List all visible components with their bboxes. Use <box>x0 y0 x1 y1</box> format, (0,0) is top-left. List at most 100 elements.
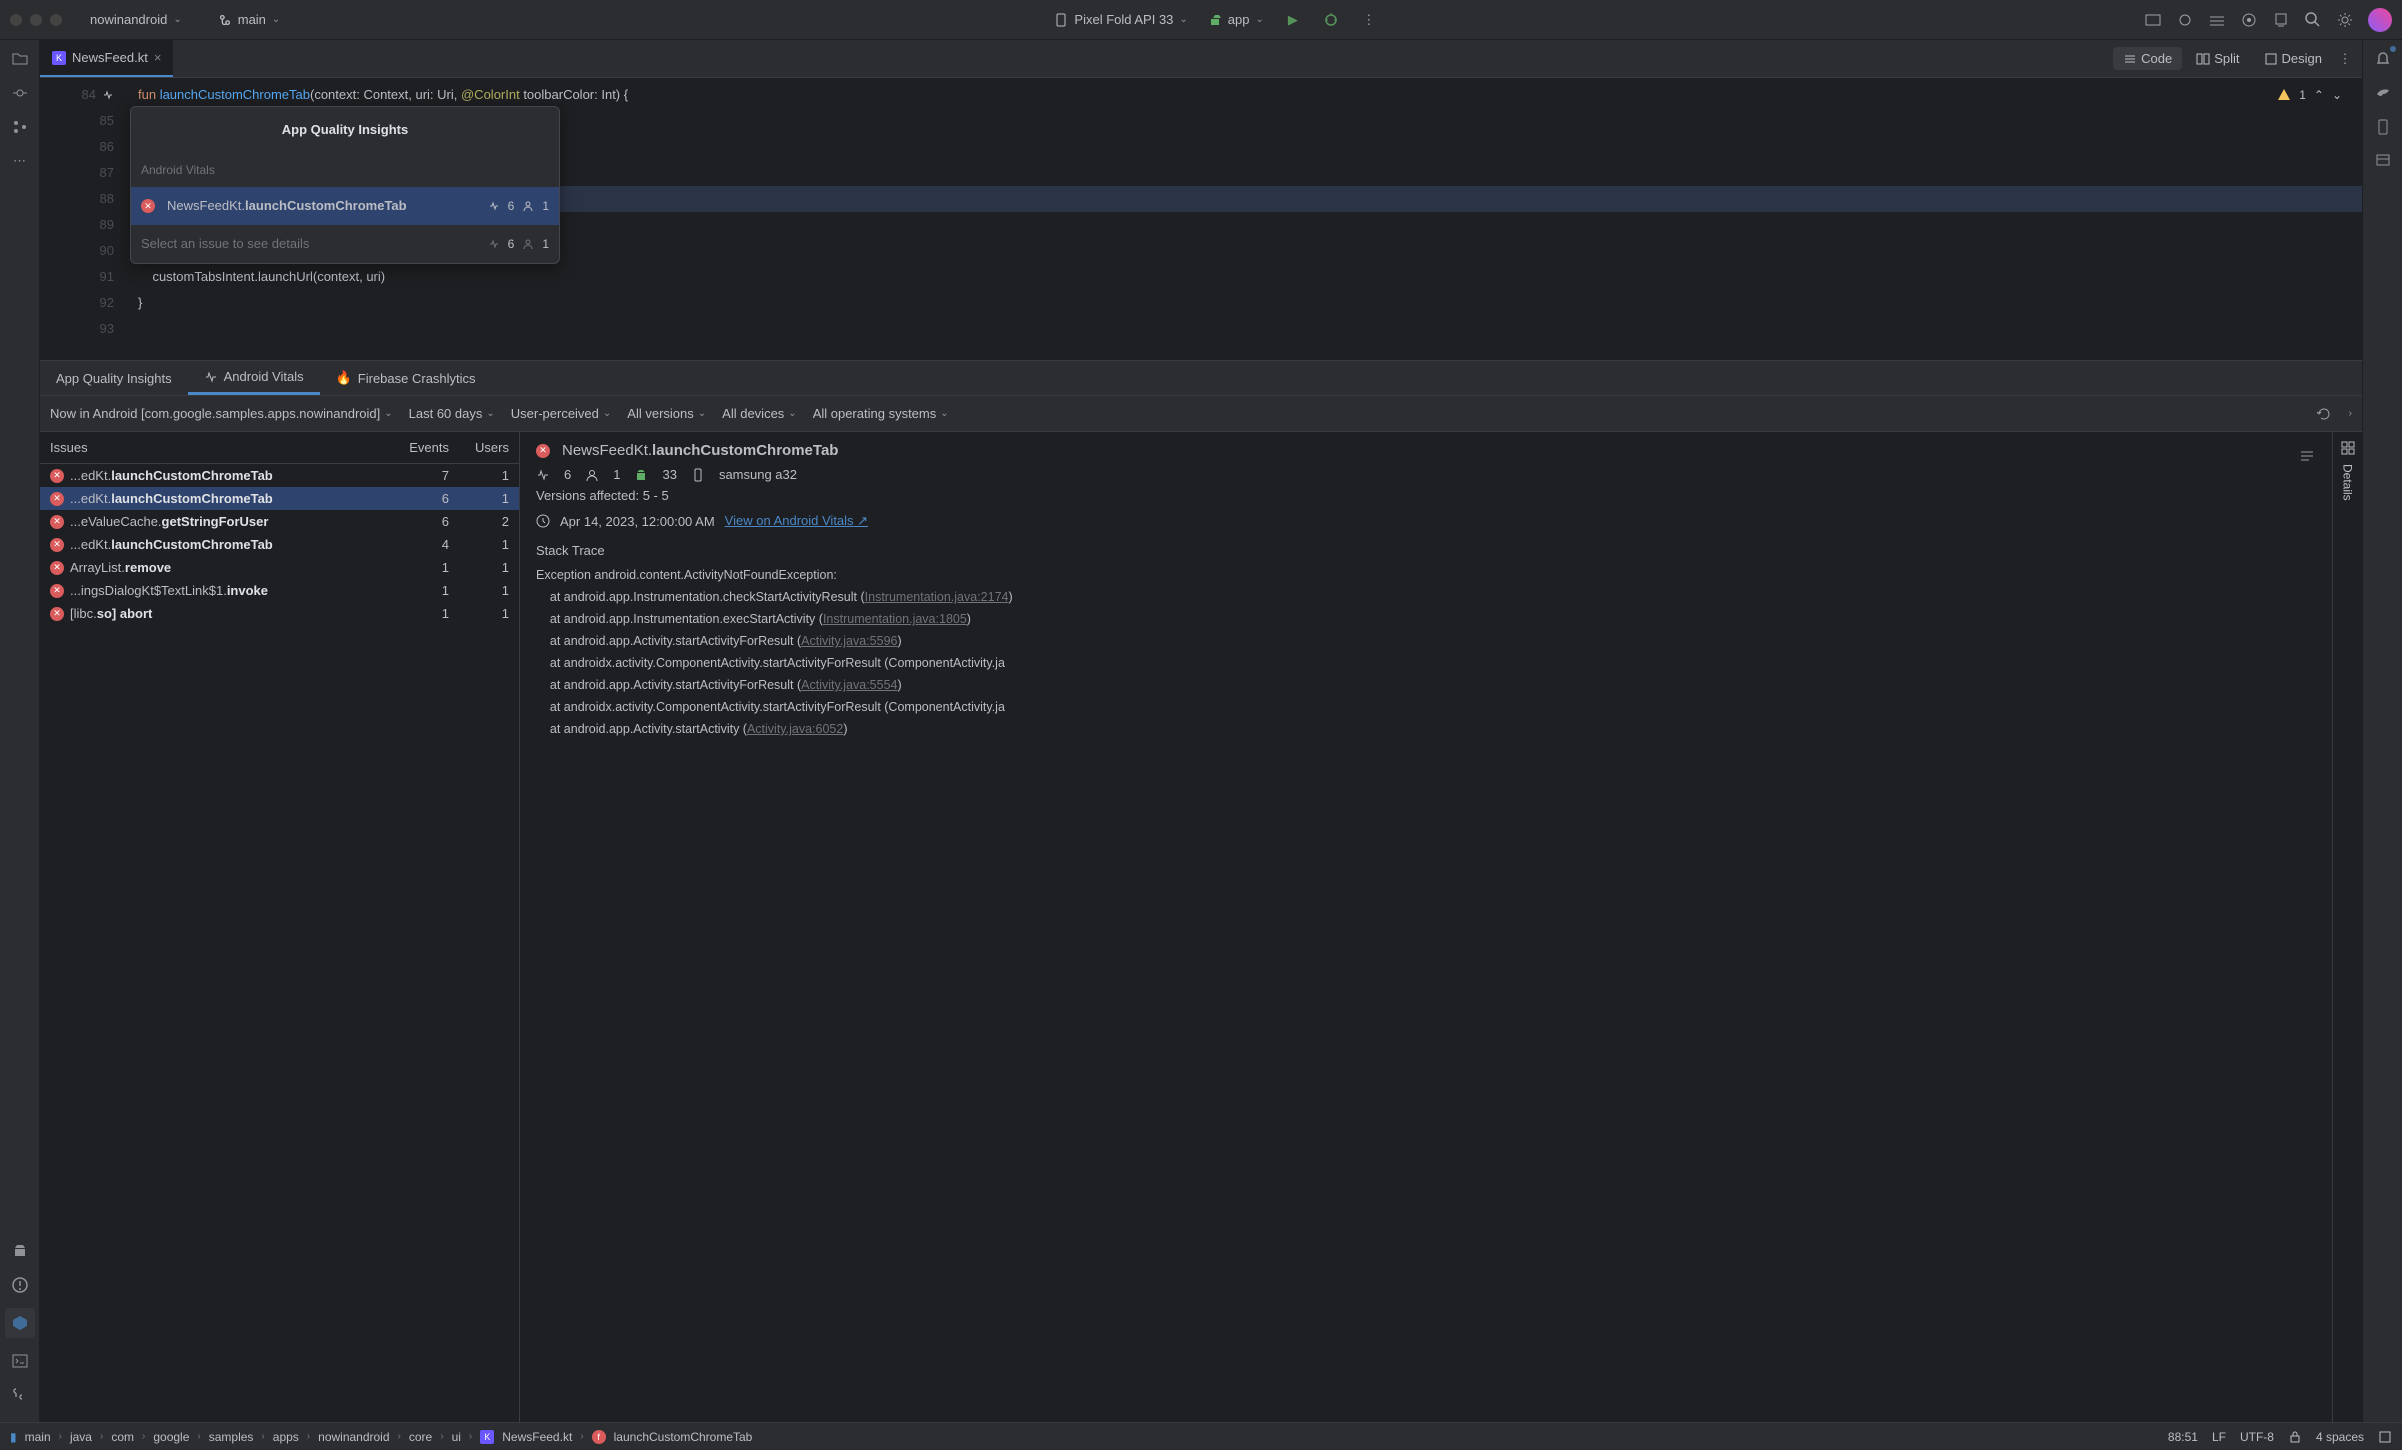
devices-filter[interactable]: All devices⌄ <box>722 406 797 421</box>
events-icon <box>488 200 500 212</box>
structure-tool-icon[interactable] <box>9 116 31 138</box>
stack-link[interactable]: Instrumentation.java:1805 <box>823 612 967 626</box>
crumb[interactable]: google <box>153 1430 189 1444</box>
popup-issue-item[interactable]: ✕ NewsFeedKt.launchCustomChromeTab 6 1 <box>131 187 559 225</box>
profiler-icon[interactable] <box>2240 11 2258 29</box>
next-highlight-icon[interactable]: ⌄ <box>2332 82 2342 108</box>
expand-icon[interactable]: › <box>2349 408 2352 419</box>
project-tool-icon[interactable] <box>9 48 31 70</box>
app-quality-insights-tool-icon[interactable] <box>5 1308 35 1338</box>
prev-highlight-icon[interactable]: ⌃ <box>2314 82 2324 108</box>
file-tab-newsfeed[interactable]: K NewsFeed.kt × <box>40 40 173 77</box>
details-sidebar[interactable]: Details <box>2332 432 2362 1422</box>
maximize-window[interactable] <box>50 14 62 26</box>
crumb[interactable]: com <box>111 1430 134 1444</box>
app-filter[interactable]: Now in Android [com.google.samples.apps.… <box>50 406 393 421</box>
vitals-gutter-icon[interactable] <box>102 89 114 101</box>
readonly-icon[interactable] <box>2288 1430 2302 1444</box>
crumb[interactable]: main <box>25 1430 51 1444</box>
view-on-vitals-link[interactable]: View on Android Vitals ↗ <box>725 513 868 529</box>
col-users[interactable]: Users <box>449 440 509 455</box>
crumb[interactable]: core <box>409 1430 432 1444</box>
crumb[interactable]: apps <box>273 1430 299 1444</box>
more-actions-button[interactable]: ⋮ <box>1360 11 1378 29</box>
more-tool-icon[interactable]: ⋯ <box>9 150 31 172</box>
tab-app-quality[interactable]: App Quality Insights <box>40 361 188 395</box>
run-config-selector[interactable]: app ⌄ <box>1208 11 1264 29</box>
user-avatar[interactable] <box>2368 8 2392 32</box>
issue-row[interactable]: ✕...ingsDialogKt$TextLink$1.invoke11 <box>40 579 519 602</box>
encoding[interactable]: UTF-8 <box>2240 1430 2274 1444</box>
cursor-position[interactable]: 88:51 <box>2168 1430 2198 1444</box>
split-view-button[interactable]: Split <box>2186 47 2249 70</box>
refresh-icon[interactable] <box>2315 405 2333 423</box>
versions-filter[interactable]: All versions⌄ <box>627 406 706 421</box>
sync-icon[interactable] <box>2176 11 2194 29</box>
crumb[interactable]: ui <box>452 1430 461 1444</box>
events-icon <box>536 468 550 482</box>
branch-selector[interactable]: main ⌄ <box>210 8 289 31</box>
time-filter[interactable]: Last 60 days⌄ <box>409 406 495 421</box>
project-selector[interactable]: nowinandroid ⌄ <box>82 8 190 31</box>
commit-tool-icon[interactable] <box>9 82 31 104</box>
gradle-icon[interactable] <box>2372 82 2394 104</box>
debug-button[interactable] <box>1322 11 1340 29</box>
emulator-icon[interactable] <box>2372 116 2394 138</box>
kotlin-file-icon: K <box>480 1430 494 1444</box>
error-icon: ✕ <box>50 561 64 575</box>
design-icon <box>2264 52 2278 66</box>
tab-options-icon[interactable]: ⋮ <box>2336 50 2354 68</box>
stack-trace[interactable]: Exception android.content.ActivityNotFou… <box>536 564 2316 740</box>
design-view-button[interactable]: Design <box>2254 47 2332 70</box>
status-icon[interactable] <box>2378 1430 2392 1444</box>
stack-link[interactable]: Instrumentation.java:2174 <box>865 590 1009 604</box>
crumb[interactable]: launchCustomChromeTab <box>614 1430 753 1444</box>
commit-icon[interactable] <box>2208 11 2226 29</box>
device-selector[interactable]: Pixel Fold API 33 ⌄ <box>1054 11 1187 29</box>
col-issues[interactable]: Issues <box>50 440 379 455</box>
crumb[interactable]: java <box>70 1430 92 1444</box>
minimize-window[interactable] <box>30 14 42 26</box>
issue-row[interactable]: ✕...edKt.launchCustomChromeTab61 <box>40 487 519 510</box>
close-window[interactable] <box>10 14 22 26</box>
crumb[interactable]: nowinandroid <box>318 1430 389 1444</box>
tab-crashlytics[interactable]: 🔥 Firebase Crashlytics <box>320 361 492 395</box>
issue-row[interactable]: ✕[libc.so] abort11 <box>40 602 519 625</box>
code-editor[interactable]: 84 85 86 87 88 89 90 91 92 93 1 ⌃ ⌄ fun … <box>40 78 2362 360</box>
problems-icon[interactable] <box>9 1274 31 1296</box>
issue-row[interactable]: ✕...edKt.launchCustomChromeTab41 <box>40 533 519 556</box>
device-explorer-icon[interactable] <box>2372 150 2394 172</box>
run-button[interactable]: ▶ <box>1284 11 1302 29</box>
line-separator[interactable]: LF <box>2212 1430 2226 1444</box>
stack-link[interactable]: Activity.java:5596 <box>801 634 897 648</box>
col-events[interactable]: Events <box>379 440 449 455</box>
close-tab-icon[interactable]: × <box>154 50 162 65</box>
code-view-button[interactable]: Code <box>2113 47 2182 70</box>
indent-settings[interactable]: 4 spaces <box>2316 1430 2364 1444</box>
tab-android-vitals[interactable]: Android Vitals <box>188 361 320 395</box>
os-filter[interactable]: All operating systems⌄ <box>813 406 949 421</box>
popup-section: Android Vitals <box>131 153 559 187</box>
search-icon[interactable] <box>2304 11 2322 29</box>
stack-link[interactable]: Activity.java:6052 <box>747 722 843 736</box>
crumb[interactable]: samples <box>209 1430 254 1444</box>
device-manager-icon[interactable] <box>2272 11 2290 29</box>
error-icon: ✕ <box>50 515 64 529</box>
issue-row[interactable]: ✕...eValueCache.getStringForUser62 <box>40 510 519 533</box>
stack-link[interactable]: Activity.java:5554 <box>801 678 897 692</box>
kotlin-file-icon: K <box>52 51 66 65</box>
code-with-me-icon[interactable] <box>2144 11 2162 29</box>
perceived-filter[interactable]: User-perceived⌄ <box>511 406 612 421</box>
android-icon <box>634 468 648 482</box>
warnings-indicator[interactable]: 1 ⌃ ⌄ <box>2277 82 2342 108</box>
notifications-icon[interactable] <box>2372 48 2394 70</box>
crumb[interactable]: NewsFeed.kt <box>502 1430 572 1444</box>
issue-row[interactable]: ✕...edKt.launchCustomChromeTab71 <box>40 464 519 487</box>
branch-icon <box>218 13 232 27</box>
detail-options-icon[interactable] <box>2298 446 2316 464</box>
issue-row[interactable]: ✕ArrayList.remove11 <box>40 556 519 579</box>
logcat-icon[interactable] <box>9 1240 31 1262</box>
version-control-tool-icon[interactable] <box>9 1384 31 1406</box>
terminal-tool-icon[interactable] <box>9 1350 31 1372</box>
settings-icon[interactable] <box>2336 11 2354 29</box>
